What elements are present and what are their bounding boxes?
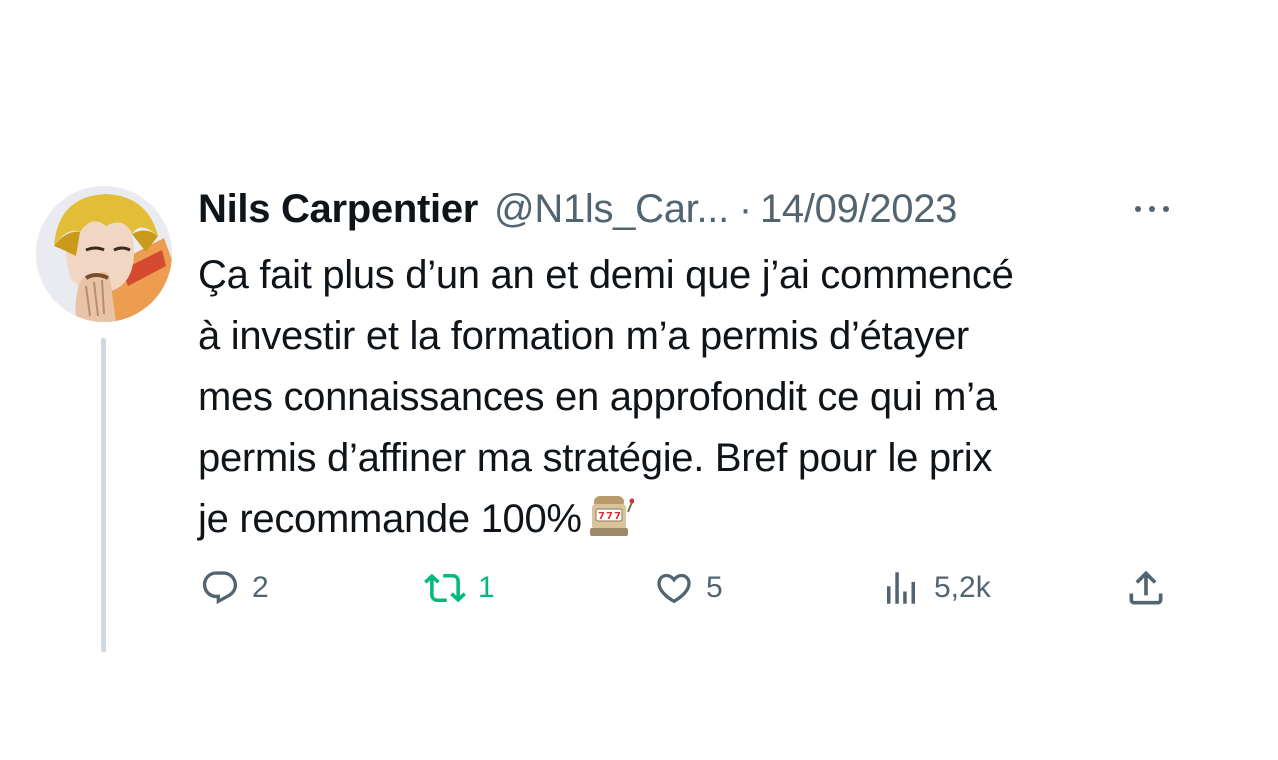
- slot-machine-emoji: 7 7 7: [588, 492, 635, 556]
- svg-text:7: 7: [614, 511, 621, 522]
- display-name[interactable]: Nils Carpentier: [198, 184, 478, 234]
- views-icon: [887, 572, 915, 604]
- reply-count: 2: [252, 571, 269, 604]
- more-dots-icon: [1135, 206, 1169, 212]
- retweet-button[interactable]: 1: [424, 562, 495, 614]
- avatar[interactable]: [36, 186, 172, 322]
- views-button[interactable]: 5,2k: [880, 562, 991, 614]
- tweet-date[interactable]: 14/09/2023: [760, 184, 958, 234]
- action-bar: 2 1 5 5,2k: [0, 562, 1278, 614]
- like-button[interactable]: 5: [654, 562, 723, 614]
- handle[interactable]: @N1ls_Car...: [494, 184, 729, 234]
- reply-icon: [202, 571, 238, 605]
- like-count: 5: [706, 571, 723, 604]
- avatar-image: [36, 186, 172, 322]
- tweet-text-line: permis d’affiner ma stratégie. Bref pour…: [198, 436, 993, 480]
- tweet-text-line-last: je recommande 100% 7 7 7: [198, 489, 1198, 556]
- tweet-text-line: à investir et la formation m’a permis d’…: [198, 314, 969, 358]
- tweet-text-line-content: je recommande 100%: [198, 497, 582, 541]
- reply-button[interactable]: 2: [200, 562, 269, 614]
- svg-text:7: 7: [598, 511, 605, 522]
- retweet-icon: [424, 573, 466, 603]
- svg-text:7: 7: [606, 511, 613, 522]
- tweet-text-line: Ça fait plus d’un an et demi que j’ai co…: [198, 253, 1014, 297]
- separator-dot: ·: [738, 187, 752, 231]
- views-count: 5,2k: [934, 571, 991, 604]
- more-button[interactable]: [1130, 192, 1174, 226]
- share-button[interactable]: [1124, 562, 1168, 614]
- tweet-text: Ça fait plus d’un an et demi que j’ai co…: [198, 245, 1198, 556]
- tweet-text-line: mes connaissances en approfondit ce qui …: [198, 375, 997, 419]
- tweet: Nils Carpentier @N1ls_Car... · 14/09/202…: [0, 0, 1278, 760]
- tweet-header: Nils Carpentier @N1ls_Car... · 14/09/202…: [198, 184, 1188, 234]
- heart-icon: [657, 573, 691, 604]
- retweet-count: 1: [478, 571, 495, 604]
- share-icon: [1129, 570, 1163, 605]
